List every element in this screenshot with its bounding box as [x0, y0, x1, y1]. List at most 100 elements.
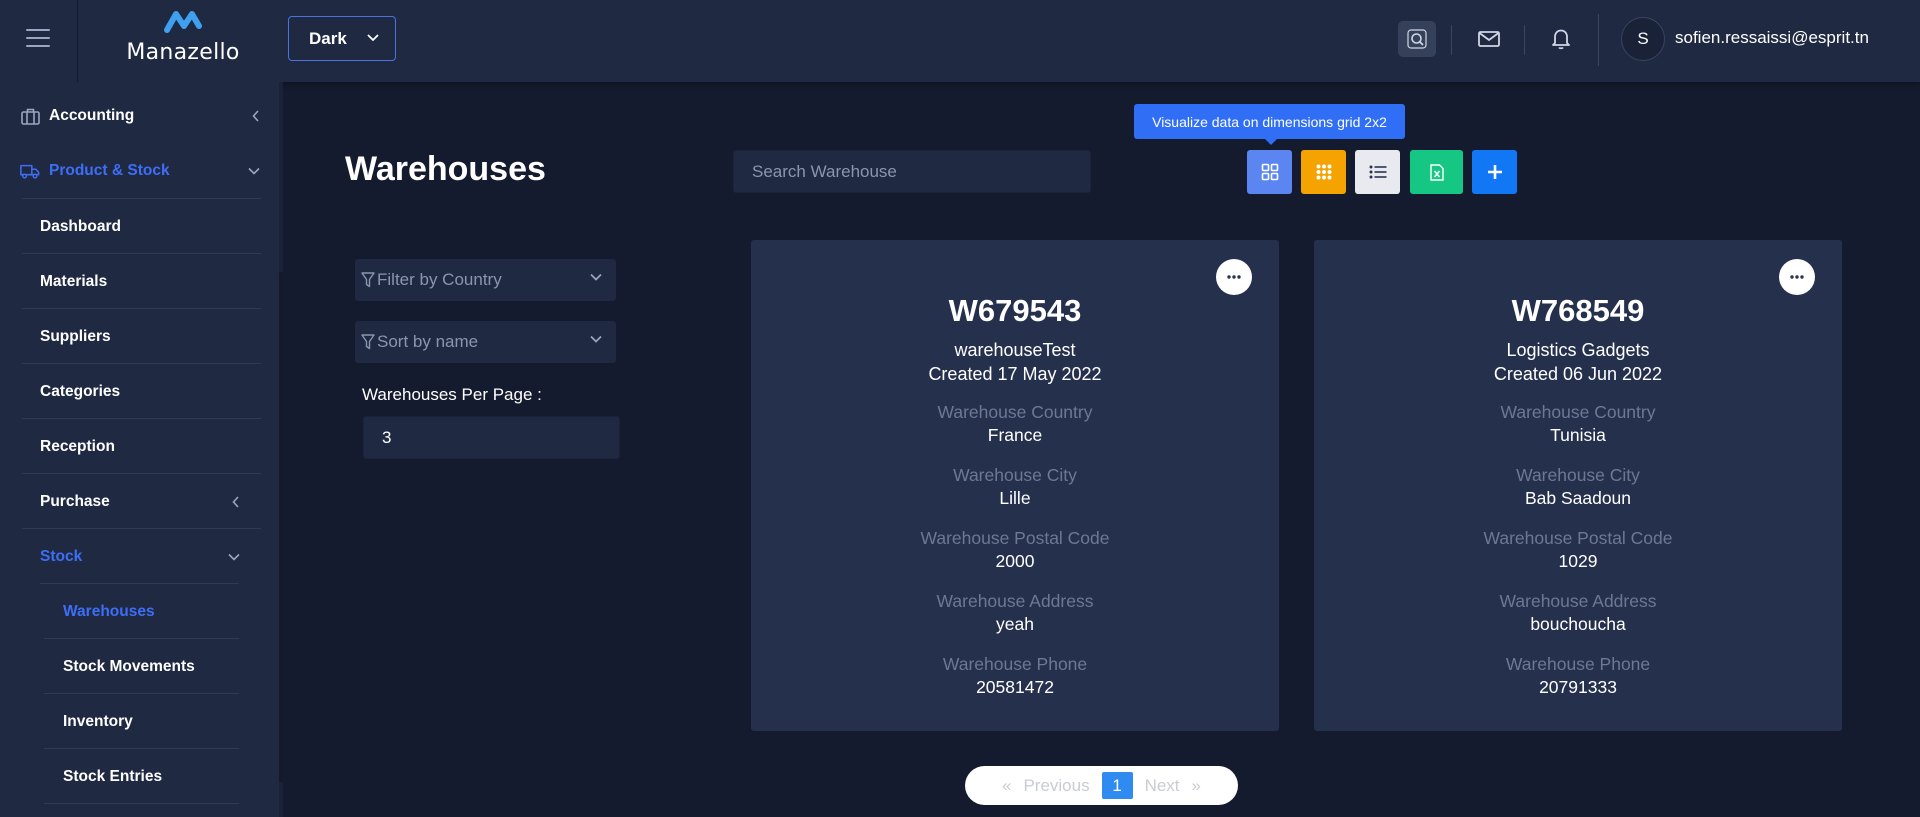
warehouse-created: Created 06 Jun 2022	[1493, 364, 1663, 384]
sidebar-divider	[44, 638, 239, 639]
sidebar-item-dashboard[interactable]: Dashboard	[40, 212, 260, 242]
header-divider	[1451, 25, 1452, 55]
scrollbar-thumb[interactable]	[279, 272, 283, 782]
last-page-link[interactable]: »	[1192, 776, 1201, 796]
grid-3x3-icon	[1316, 164, 1331, 180]
per-page-label: Warehouses Per Page :	[362, 385, 542, 404]
more-options-button[interactable]	[1779, 259, 1815, 295]
logo-text: Manazello	[126, 40, 240, 65]
postal-label: Warehouse Postal Code	[1483, 528, 1673, 548]
theme-select[interactable]: Dark	[288, 16, 396, 61]
sidebar-item-stock[interactable]: Stock	[40, 542, 260, 572]
menu-icon[interactable]	[26, 29, 50, 49]
next-page-link[interactable]: Next	[1145, 776, 1180, 796]
chevron-down-icon	[248, 167, 260, 175]
sidebar-divider	[44, 748, 239, 749]
sidebar-item-label: Product & Stock	[49, 162, 170, 179]
header-divider	[77, 0, 78, 82]
postal-label: Warehouse Postal Code	[920, 528, 1110, 548]
sidebar-item-label: Accounting	[49, 107, 135, 124]
user-email[interactable]: sofien.ressaissi@esprit.tn	[1675, 28, 1869, 48]
first-page-link[interactable]: «	[1002, 776, 1011, 796]
mail-icon[interactable]	[1470, 21, 1508, 57]
country-value: France	[987, 425, 1043, 445]
briefcase-icon	[20, 106, 40, 126]
sidebar-divider	[22, 473, 261, 474]
sidebar-item-stock-movements[interactable]: Stock Movements	[63, 652, 238, 682]
sidebar-item-label: Stock Entries	[63, 768, 163, 785]
chevron-down-icon	[228, 553, 240, 561]
sidebar-item-label: Warehouses	[63, 603, 155, 620]
export-excel-button[interactable]	[1410, 150, 1463, 194]
address-label: Warehouse Address	[936, 591, 1094, 611]
sidebar-divider	[22, 253, 261, 254]
pagination: « Previous 1 Next »	[965, 766, 1238, 805]
sidebar-divider	[40, 583, 239, 584]
sidebar-scrollbar[interactable]	[279, 82, 283, 817]
search-input[interactable]	[733, 150, 1091, 193]
filter-country-label: Filter by Country	[377, 270, 502, 289]
sidebar-item-label: Dashboard	[40, 218, 121, 235]
excel-icon	[1429, 163, 1444, 181]
more-icon	[1227, 275, 1241, 279]
warehouse-name: Logistics Gadgets	[1506, 340, 1650, 360]
add-warehouse-button[interactable]	[1472, 150, 1517, 194]
country-label: Warehouse Country	[937, 402, 1093, 422]
sort-by-name-select[interactable]: Sort by name	[355, 321, 616, 363]
postal-value: 2000	[995, 551, 1035, 571]
bell-icon[interactable]	[1542, 21, 1580, 57]
sidebar-divider	[22, 528, 261, 529]
sidebar-item-label: Stock Movements	[63, 658, 195, 675]
sidebar-item-accounting[interactable]: Accounting	[20, 101, 260, 131]
avatar[interactable]: S	[1621, 17, 1665, 61]
country-value: Tunisia	[1550, 425, 1606, 445]
sidebar-divider	[22, 363, 261, 364]
warehouse-code: W679543	[948, 293, 1082, 328]
sidebar-item-label: Materials	[40, 273, 108, 290]
sidebar-item-reception[interactable]: Reception	[40, 432, 260, 462]
filter-icon	[361, 334, 375, 350]
more-options-button[interactable]	[1216, 259, 1252, 295]
chevron-down-icon	[367, 34, 379, 42]
sidebar-item-stock-entries[interactable]: Stock Entries	[63, 762, 238, 792]
sidebar-item-categories[interactable]: Categories	[40, 377, 260, 407]
current-page[interactable]: 1	[1101, 772, 1133, 799]
per-page-input[interactable]	[363, 416, 620, 459]
sidebar-divider	[44, 803, 239, 804]
sidebar-item-product-stock[interactable]: Product & Stock	[20, 156, 260, 186]
page-title: Warehouses	[345, 150, 546, 188]
phone-label: Warehouse Phone	[942, 654, 1088, 674]
sidebar-item-label: Reception	[40, 438, 115, 455]
sidebar-divider	[22, 418, 261, 419]
sort-name-label: Sort by name	[377, 332, 479, 351]
sidebar-item-purchase[interactable]: Purchase	[40, 487, 260, 517]
sidebar-item-materials[interactable]: Materials	[40, 267, 260, 297]
warehouse-code: W768549	[1511, 293, 1645, 328]
warehouse-card: W768549 Logistics Gadgets Created 06 Jun…	[1314, 240, 1842, 731]
sidebar-item-label: Suppliers	[40, 328, 111, 345]
sidebar-item-warehouses[interactable]: Warehouses	[63, 597, 238, 627]
previous-page-link[interactable]: Previous	[1023, 776, 1089, 796]
list-view-button[interactable]	[1355, 150, 1400, 194]
sidebar: Accounting Product & Stock Dashboard Mat…	[0, 82, 283, 817]
grid-2x2-button[interactable]	[1247, 150, 1292, 194]
chevron-down-icon	[590, 273, 602, 281]
sidebar-item-suppliers[interactable]: Suppliers	[40, 322, 260, 352]
filter-country-select[interactable]: Filter by Country	[355, 259, 616, 301]
top-header: Manazello Dark S sofien.ressaissi@esprit…	[0, 0, 1920, 82]
warehouse-created: Created 17 May 2022	[928, 364, 1102, 384]
city-label: Warehouse City	[953, 465, 1077, 485]
search-icon[interactable]	[1398, 21, 1436, 57]
grid-3x3-button[interactable]	[1301, 150, 1346, 194]
phone-label: Warehouse Phone	[1505, 654, 1651, 674]
sidebar-divider	[22, 198, 261, 199]
sidebar-item-inventory[interactable]: Inventory	[63, 707, 238, 737]
plus-icon	[1487, 165, 1502, 179]
app-logo[interactable]: Manazello	[118, 8, 248, 68]
address-value: yeah	[996, 614, 1034, 634]
list-icon	[1369, 165, 1386, 179]
warehouse-card: W679543 warehouseTest Created 17 May 202…	[751, 240, 1279, 731]
sidebar-item-label: Purchase	[40, 493, 110, 510]
logo-icon	[164, 11, 202, 33]
sidebar-divider	[22, 308, 261, 309]
